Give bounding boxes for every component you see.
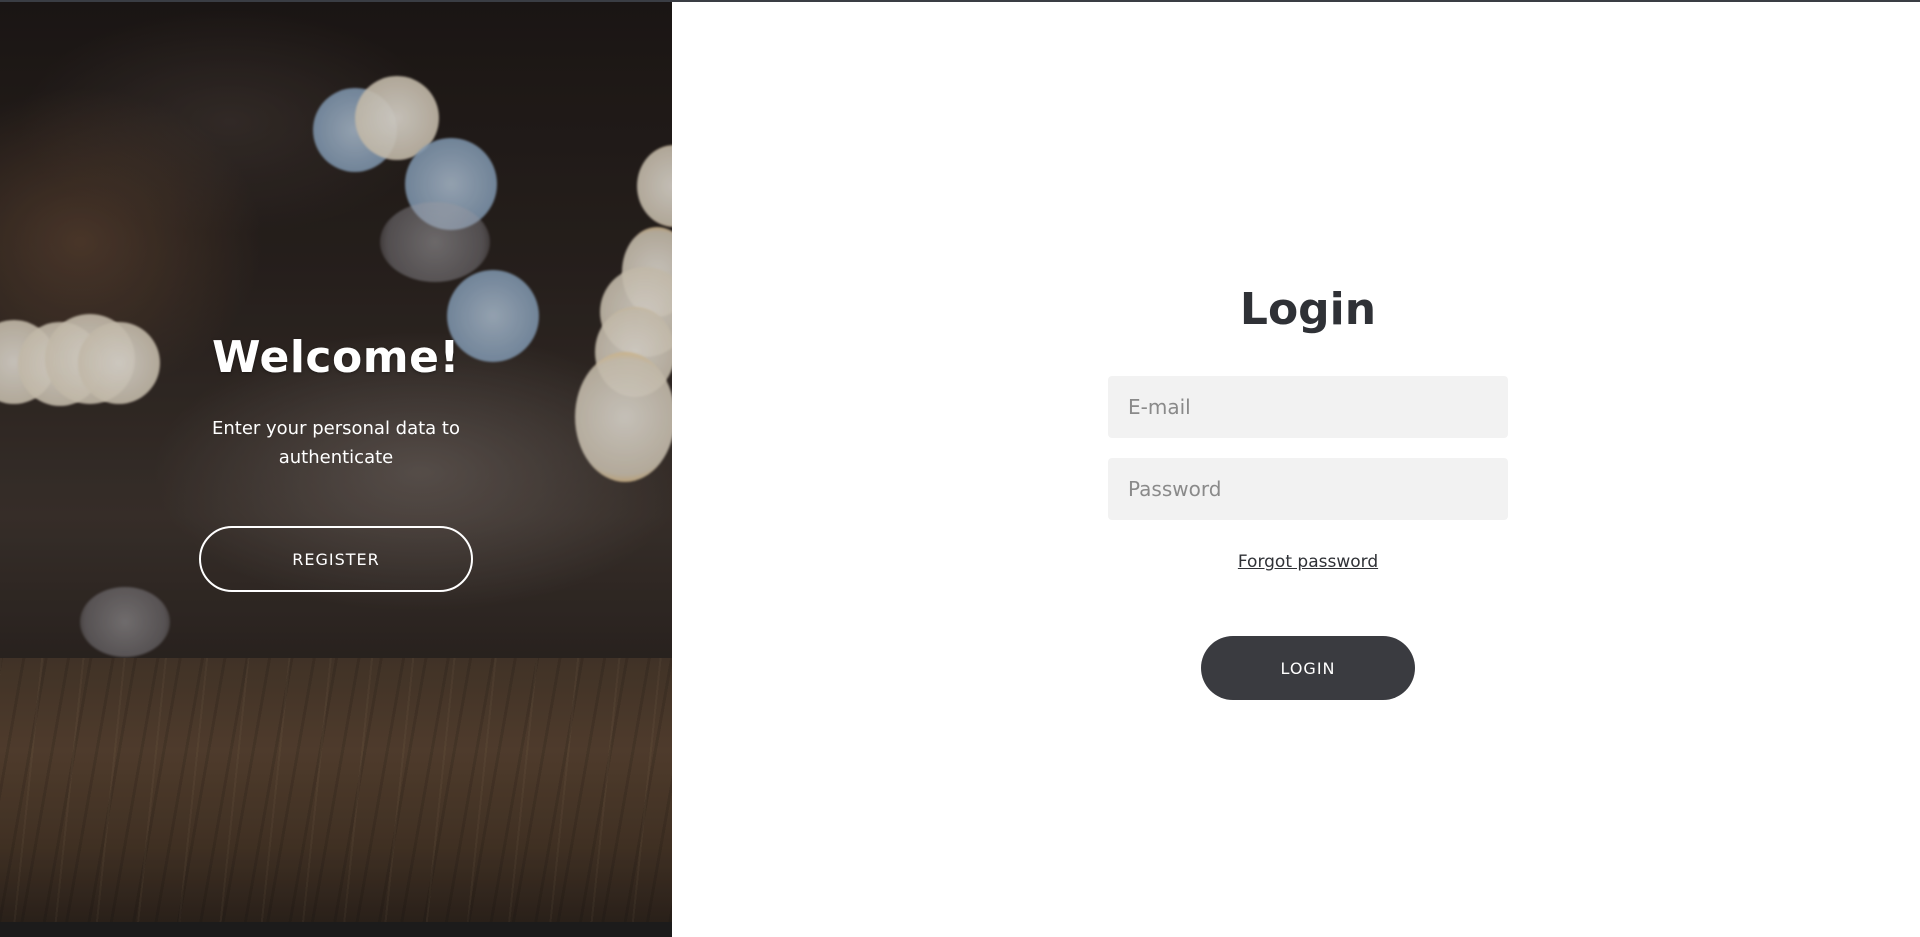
welcome-title: Welcome! bbox=[212, 332, 460, 383]
welcome-text: Enter your personal data to authenticate bbox=[211, 418, 461, 468]
register-button[interactable]: REGISTER bbox=[199, 526, 473, 592]
login-form: Login Forgot password LOGIN bbox=[1108, 280, 1508, 700]
login-title: Login bbox=[1239, 284, 1377, 335]
forgot-password-link[interactable]: Forgot password bbox=[1238, 552, 1378, 572]
password-input[interactable] bbox=[1108, 458, 1508, 520]
login-panel: Login Forgot password LOGIN bbox=[672, 2, 1920, 937]
welcome-content: Welcome! Enter your personal data to aut… bbox=[0, 328, 672, 592]
welcome-panel: Welcome! Enter your personal data to aut… bbox=[0, 2, 672, 937]
page: Welcome! Enter your personal data to aut… bbox=[0, 0, 1920, 937]
login-button[interactable]: LOGIN bbox=[1201, 636, 1415, 700]
email-input[interactable] bbox=[1108, 376, 1508, 438]
